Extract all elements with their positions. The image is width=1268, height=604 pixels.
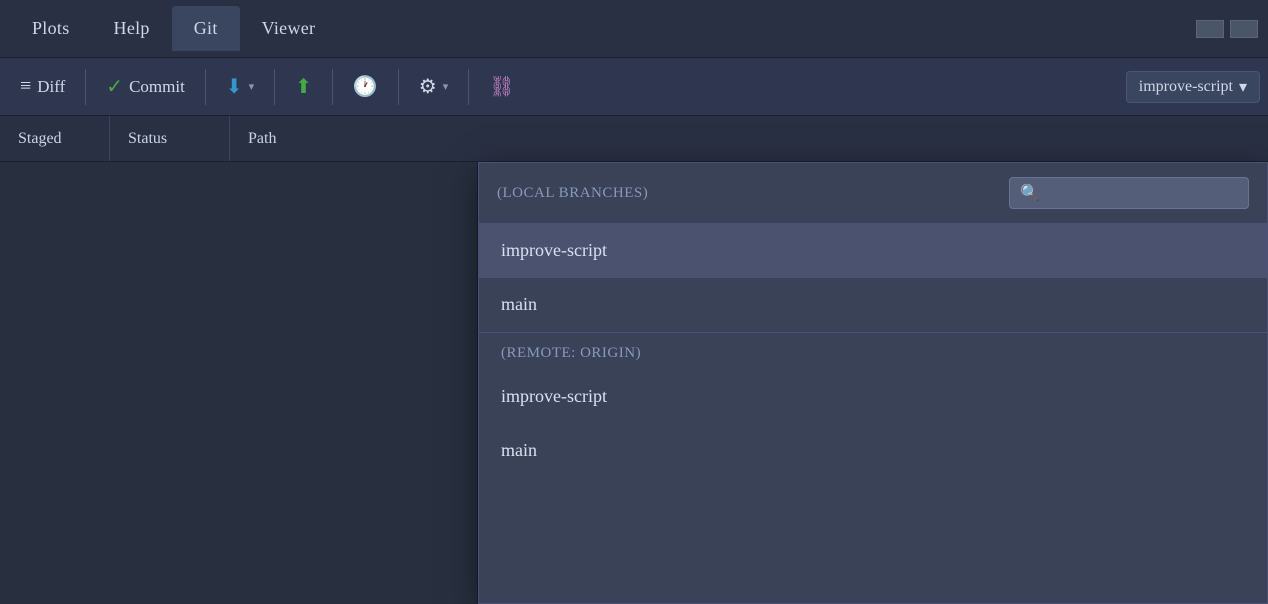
- remote-branch-main[interactable]: main: [479, 424, 1267, 478]
- branch-dropdown: (LOCAL BRANCHES) 🔍 improve-script main (…: [478, 162, 1268, 604]
- branch-name: improve-script: [1139, 78, 1233, 96]
- path-label: Path: [248, 130, 276, 148]
- staged-label: Staged: [18, 130, 62, 148]
- branch-name-main-remote: main: [501, 440, 537, 460]
- commit-button[interactable]: ✓ Commit: [94, 68, 197, 105]
- gear-icon: ⚙: [419, 74, 437, 99]
- dropdown-local-header: (LOCAL BRANCHES) 🔍: [479, 163, 1267, 224]
- main-area: (LOCAL BRANCHES) 🔍 improve-script main (…: [0, 162, 1268, 604]
- pull-down-icon: ⬇: [226, 74, 243, 99]
- remote-branches-label: (REMOTE: ORIGIN): [501, 345, 641, 361]
- separator-3: [274, 69, 275, 105]
- diff-button[interactable]: ≡ Diff: [8, 69, 77, 104]
- push-up-icon: ⬆: [295, 74, 312, 99]
- file-list: [0, 162, 478, 604]
- separator-5: [398, 69, 399, 105]
- local-branches-label: (LOCAL BRANCHES): [497, 185, 648, 202]
- separator-1: [85, 69, 86, 105]
- settings-button[interactable]: ⚙ ▾: [407, 68, 460, 105]
- separator-6: [468, 69, 469, 105]
- status-column-header[interactable]: Status: [110, 116, 230, 161]
- local-branch-main[interactable]: main: [479, 278, 1267, 332]
- commit-check-icon: ✓: [106, 74, 123, 99]
- pull-button[interactable]: ⬇ ▾: [214, 68, 266, 105]
- graph-icon: ⛓: [489, 74, 514, 99]
- pull-dropdown-arrow: ▾: [249, 80, 255, 93]
- window-controls: [1196, 20, 1258, 38]
- branch-name-improve-script-local: improve-script: [501, 240, 607, 260]
- branch-name-improve-script-remote: improve-script: [501, 386, 607, 406]
- clock-icon: 🕐: [353, 74, 378, 99]
- remote-branch-improve-script[interactable]: improve-script: [479, 370, 1267, 424]
- tab-git[interactable]: Git: [172, 6, 240, 51]
- path-column-header[interactable]: Path: [230, 116, 1268, 161]
- minimize-button[interactable]: [1196, 20, 1224, 38]
- history-button[interactable]: 🕐: [341, 68, 390, 105]
- branch-selector[interactable]: improve-script ▾: [1126, 71, 1260, 103]
- toolbar: ≡ Diff ✓ Commit ⬇ ▾ ⬆ 🕐 ⚙ ▾ ⛓ improve-sc…: [0, 58, 1268, 116]
- branch-search-input[interactable]: [1046, 185, 1238, 202]
- maximize-button[interactable]: [1230, 20, 1258, 38]
- tab-help[interactable]: Help: [92, 6, 172, 51]
- search-icon: 🔍: [1020, 183, 1040, 203]
- graph-button[interactable]: ⛓: [477, 68, 526, 105]
- separator-4: [332, 69, 333, 105]
- push-button[interactable]: ⬆: [283, 68, 324, 105]
- local-branch-improve-script[interactable]: improve-script: [479, 224, 1267, 278]
- branch-search-box[interactable]: 🔍: [1009, 177, 1249, 209]
- staged-column-header[interactable]: Staged: [0, 116, 110, 161]
- diff-icon: ≡: [20, 75, 31, 98]
- commit-label: Commit: [129, 77, 185, 97]
- column-headers: Staged Status Path: [0, 116, 1268, 162]
- tab-plots[interactable]: Plots: [10, 6, 92, 51]
- tab-viewer[interactable]: Viewer: [240, 6, 338, 51]
- menu-tabs: Plots Help Git Viewer: [10, 6, 337, 51]
- menu-bar: Plots Help Git Viewer: [0, 0, 1268, 58]
- diff-label: Diff: [37, 77, 65, 97]
- remote-section-header: (REMOTE: ORIGIN): [479, 332, 1267, 370]
- settings-dropdown-arrow: ▾: [443, 80, 449, 93]
- branch-dropdown-arrow-icon: ▾: [1239, 77, 1247, 97]
- status-label: Status: [128, 130, 167, 148]
- separator-2: [205, 69, 206, 105]
- branch-name-main-local: main: [501, 294, 537, 314]
